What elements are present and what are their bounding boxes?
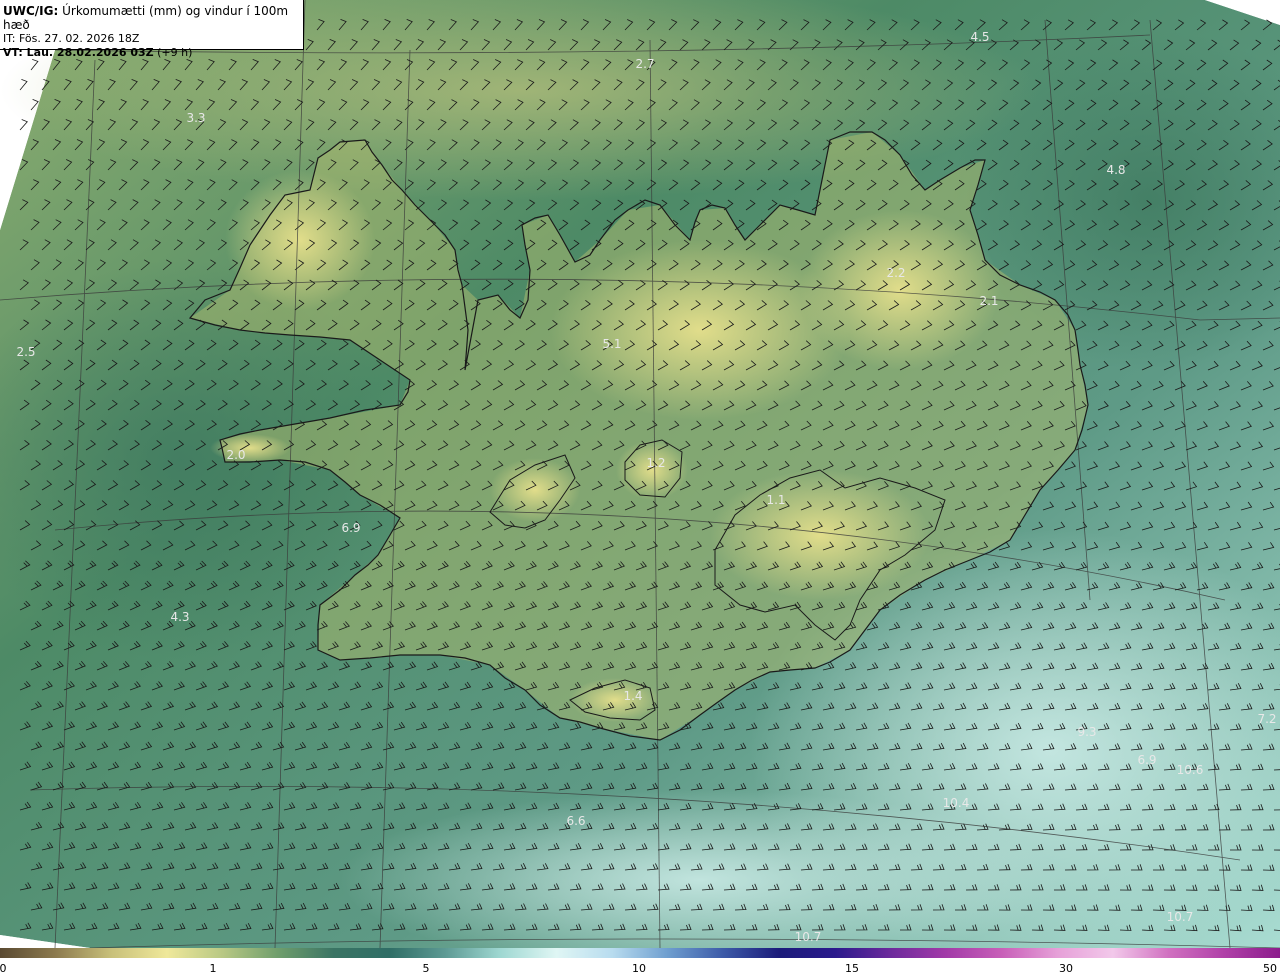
precip-value-label: 5.1 — [602, 337, 621, 351]
precip-value-label: 7.2 — [1257, 712, 1276, 726]
colorbar-tick-label: 0 — [0, 962, 7, 975]
precip-value-label: 2.0 — [226, 448, 245, 462]
precip-value-label: 2.5 — [16, 345, 35, 359]
precip-value-label: 2.2 — [886, 266, 905, 280]
precip-value-label: 3.3 — [186, 111, 205, 125]
precip-value-label: 10.7 — [795, 930, 822, 944]
precip-value-label: 10.6 — [1177, 763, 1204, 777]
precip-value-label: 2.1 — [979, 294, 998, 308]
precip-value-label: 6.9 — [341, 521, 360, 535]
valid-offset: (+9 h) — [157, 46, 193, 59]
colorbar-tick-label: 1 — [209, 962, 217, 975]
precip-value-label: 1.2 — [646, 456, 665, 470]
colorbar-tick-label: 10 — [632, 962, 646, 975]
precip-value-label: 2.7 — [635, 57, 654, 71]
precip-value-label: 1.1 — [766, 493, 785, 507]
precip-value-label: 6.6 — [566, 814, 585, 828]
map-title-box: UWC/IG: Úrkomumætti (mm) og vindur í 100… — [0, 0, 304, 59]
precip-value-label: 6.9 — [1137, 753, 1156, 767]
precip-value-label: 10.7 — [1167, 910, 1194, 924]
precip-value-label: 4.8 — [1106, 163, 1125, 177]
product-name: UWC/IG: — [3, 4, 59, 18]
colorbar-tick-label: 15 — [845, 962, 859, 975]
precip-value-label: 9.3 — [1077, 725, 1096, 739]
vatnajokull-yellow — [710, 470, 930, 600]
colorbar — [0, 948, 1280, 958]
valid-time: VT: Lau. 28.02.2026 03Z — [3, 46, 154, 59]
precip-value-label: 4.5 — [970, 30, 989, 44]
precipitation-wind-map: 4.5 2.7 3.3 4.8 2.2 2.1 2.5 5.1 2.0 1.2 1.1 6.9 4.3 1… — [0, 0, 1280, 948]
title-line-1: UWC/IG: Úrkomumætti (mm) og vindur í 100… — [3, 4, 303, 32]
colorbar-tick-label: 50 — [1263, 962, 1277, 975]
colorbar-tick-label: 30 — [1059, 962, 1073, 975]
precip-value-label: 4.3 — [170, 610, 189, 624]
colorbar-tick-label: 5 — [422, 962, 430, 975]
valid-time-line: VT: Lau. 28.02.2026 03Z (+9 h) — [3, 46, 303, 60]
issue-time: IT: Fös. 27. 02. 2026 18Z — [3, 32, 140, 45]
precip-value-label: 10.4 — [943, 796, 970, 810]
precip-value-label: 1.4 — [623, 689, 642, 703]
westfjords-yellow — [225, 170, 375, 310]
